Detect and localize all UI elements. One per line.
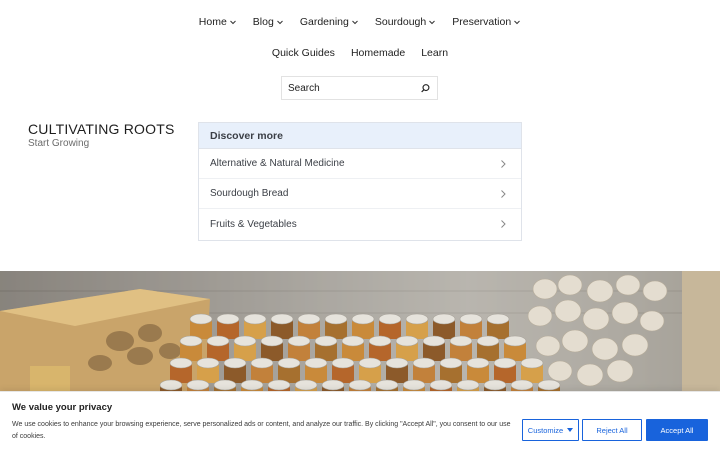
jar-lid bbox=[378, 313, 402, 325]
jar-lid bbox=[287, 335, 311, 347]
jar-lid bbox=[206, 335, 230, 347]
jar-lid bbox=[412, 357, 436, 369]
jar-lid bbox=[277, 357, 301, 369]
search-icon[interactable] bbox=[420, 83, 431, 94]
jar-lid bbox=[294, 379, 318, 391]
reject-all-button[interactable]: Reject All bbox=[582, 419, 642, 441]
jar-lid bbox=[189, 313, 213, 325]
jar-lid bbox=[233, 335, 257, 347]
jar-lid bbox=[213, 379, 237, 391]
jar-lid bbox=[375, 379, 399, 391]
primary-nav: Home Blog Gardening Sourdough Preservati… bbox=[0, 13, 720, 31]
jar-lid bbox=[429, 379, 453, 391]
jar-lid bbox=[395, 335, 419, 347]
jar-lid bbox=[459, 313, 483, 325]
nav-homemade[interactable]: Homemade bbox=[351, 44, 405, 62]
discover-more-heading: Discover more bbox=[199, 123, 521, 149]
jar-lid bbox=[270, 313, 294, 325]
discover-item-natural-medicine[interactable]: Alternative & Natural Medicine bbox=[199, 149, 521, 179]
jar-lid bbox=[186, 379, 210, 391]
discover-more-panel: Discover more Alternative & Natural Medi… bbox=[198, 122, 522, 241]
nav-learn[interactable]: Learn bbox=[421, 44, 448, 62]
caret-down-icon bbox=[567, 428, 574, 432]
discover-item-label: Sourdough Bread bbox=[210, 188, 289, 199]
jar-lid bbox=[250, 357, 274, 369]
jar-lid bbox=[466, 357, 490, 369]
jar-lid bbox=[314, 335, 338, 347]
jar-lid bbox=[385, 357, 409, 369]
chevron-down-icon bbox=[352, 20, 358, 25]
jar-lid bbox=[358, 357, 382, 369]
accept-all-button[interactable]: Accept All bbox=[646, 419, 708, 441]
jar-lid bbox=[510, 379, 534, 391]
search-input[interactable] bbox=[288, 82, 420, 94]
jar-lid bbox=[324, 313, 348, 325]
chevron-right-icon bbox=[501, 159, 506, 168]
jar-lid bbox=[169, 357, 193, 369]
jar-lid bbox=[456, 379, 480, 391]
jar-lid bbox=[260, 335, 284, 347]
secondary-nav: Quick Guides Homemade Learn bbox=[0, 44, 720, 62]
jar-lid bbox=[483, 379, 507, 391]
nav-blog[interactable]: Blog bbox=[253, 13, 284, 31]
jar-lid bbox=[240, 379, 264, 391]
discover-item-sourdough-bread[interactable]: Sourdough Bread bbox=[199, 179, 521, 209]
nav-home-label: Home bbox=[198, 16, 227, 28]
discover-item-fruits-vegetables[interactable]: Fruits & Vegetables bbox=[199, 209, 521, 239]
cookie-description: We use cookies to enhance your browsing … bbox=[12, 421, 511, 440]
cookie-consent-banner: We value your privacy We use cookies to … bbox=[0, 391, 720, 450]
jar-lid bbox=[159, 379, 183, 391]
discover-item-label: Fruits & Vegetables bbox=[210, 218, 297, 230]
site-tagline: Start Growing bbox=[28, 138, 90, 149]
nav-quick-guides[interactable]: Quick Guides bbox=[272, 44, 335, 62]
jar-lid bbox=[503, 335, 527, 347]
jar-lid bbox=[486, 313, 510, 325]
jar-lid bbox=[368, 335, 392, 347]
jar-lid bbox=[422, 335, 446, 347]
jar-lid bbox=[341, 335, 365, 347]
search-box bbox=[281, 76, 438, 100]
jar-lid bbox=[297, 313, 321, 325]
jar-lid bbox=[476, 335, 500, 347]
discover-item-label: Alternative & Natural Medicine bbox=[210, 158, 345, 169]
jar-lid bbox=[267, 379, 291, 391]
customize-button-label: Customize bbox=[527, 425, 564, 435]
jar-lid bbox=[493, 357, 517, 369]
jar-lid bbox=[520, 357, 544, 369]
jar-lid bbox=[405, 313, 429, 325]
nav-preservation-label: Preservation bbox=[452, 16, 512, 28]
chevron-down-icon bbox=[276, 20, 283, 25]
jar-lid bbox=[304, 357, 328, 369]
jar-lid bbox=[243, 313, 267, 325]
nav-home[interactable]: Home bbox=[199, 13, 237, 31]
jar-lid bbox=[216, 313, 240, 325]
chevron-right-icon bbox=[501, 189, 506, 198]
chevron-down-icon bbox=[229, 20, 236, 25]
jar-lid bbox=[439, 357, 463, 369]
nav-gardening[interactable]: Gardening bbox=[300, 13, 359, 31]
jar-lid bbox=[449, 335, 473, 347]
site-branding: CULTIVATING ROOTS Start Growing bbox=[28, 121, 175, 149]
chevron-down-icon bbox=[514, 20, 521, 25]
cookie-title: We value your privacy bbox=[12, 402, 113, 413]
nav-preservation[interactable]: Preservation bbox=[452, 13, 521, 31]
customize-button[interactable]: Customize bbox=[522, 419, 579, 441]
nav-blog-label: Blog bbox=[252, 16, 274, 28]
jar-lid bbox=[537, 379, 561, 391]
jar-lid bbox=[351, 313, 375, 325]
chevron-right-icon bbox=[501, 220, 506, 228]
jar-lid bbox=[179, 335, 203, 347]
jar-lid bbox=[196, 357, 220, 369]
jar-lid bbox=[321, 379, 345, 391]
jar-lid bbox=[223, 357, 247, 369]
jar-lid bbox=[331, 357, 355, 369]
site-title[interactable]: CULTIVATING ROOTS bbox=[28, 121, 175, 137]
jar-lid bbox=[348, 379, 372, 391]
nav-sourdough-label: Sourdough bbox=[374, 16, 427, 28]
jar-lid bbox=[432, 313, 456, 325]
nav-sourdough[interactable]: Sourdough bbox=[375, 13, 436, 31]
chevron-down-icon bbox=[429, 20, 436, 25]
jar-lid bbox=[402, 379, 426, 391]
nav-gardening-label: Gardening bbox=[299, 16, 349, 28]
